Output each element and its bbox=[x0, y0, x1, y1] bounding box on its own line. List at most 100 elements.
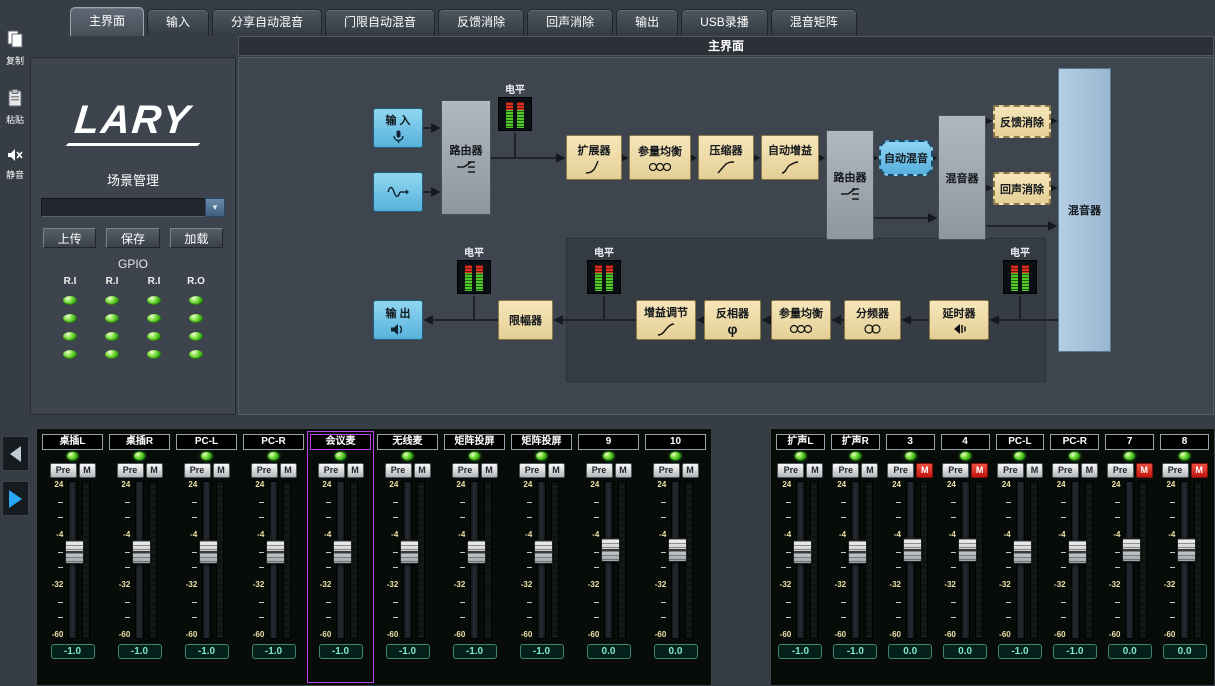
channel-value[interactable]: 0.0 bbox=[587, 644, 631, 659]
tab-1[interactable]: 主界面 bbox=[70, 7, 144, 36]
fader-cap[interactable] bbox=[848, 540, 867, 564]
pre-button[interactable]: Pre bbox=[318, 463, 345, 478]
channel-name[interactable]: 无线麦 bbox=[377, 434, 438, 450]
pre-button[interactable]: Pre bbox=[385, 463, 412, 478]
level-meter-4[interactable]: 电平 bbox=[1003, 248, 1037, 294]
channel-value[interactable]: -1.0 bbox=[319, 644, 363, 659]
channel-name[interactable]: PC-R bbox=[243, 434, 304, 450]
channel-value[interactable]: -1.0 bbox=[252, 644, 296, 659]
tool-paste-button[interactable]: 粘贴 bbox=[6, 89, 24, 126]
input-mic-block[interactable]: 输 入 bbox=[373, 108, 423, 148]
pre-button[interactable]: Pre bbox=[452, 463, 479, 478]
channel-name[interactable]: 7 bbox=[1105, 434, 1154, 450]
pre-button[interactable]: Pre bbox=[832, 463, 859, 478]
channel-name[interactable]: 扩声R bbox=[831, 434, 880, 450]
fader-cap[interactable] bbox=[1122, 538, 1141, 562]
input-line-block[interactable] bbox=[373, 172, 423, 212]
channel-value[interactable]: 0.0 bbox=[654, 644, 698, 659]
pre-button[interactable]: Pre bbox=[1107, 463, 1134, 478]
fader-cap[interactable] bbox=[400, 540, 419, 564]
tab-4[interactable]: 门限自动混音 bbox=[325, 9, 435, 36]
channel-value[interactable]: -1.0 bbox=[833, 644, 877, 659]
channel-name[interactable]: PC-L bbox=[176, 434, 237, 450]
limiter-block[interactable]: 限幅器 bbox=[498, 300, 553, 340]
gain-block[interactable]: 增益调节 bbox=[636, 300, 696, 340]
tab-8[interactable]: USB录播 bbox=[681, 9, 768, 36]
fader-cap[interactable] bbox=[601, 538, 620, 562]
fader-cap[interactable] bbox=[467, 540, 486, 564]
tab-3[interactable]: 分享自动混音 bbox=[212, 9, 322, 36]
channel-name[interactable]: 3 bbox=[886, 434, 935, 450]
channel-name[interactable]: 9 bbox=[578, 434, 639, 450]
aec-block[interactable]: 回声消除 bbox=[993, 172, 1051, 205]
channel-value[interactable]: -1.0 bbox=[1053, 644, 1097, 659]
channel-name[interactable]: 扩声L bbox=[776, 434, 825, 450]
mute-button[interactable]: M bbox=[548, 463, 565, 478]
tool-mute-button[interactable]: 静音 bbox=[6, 148, 24, 181]
mute-button[interactable]: M bbox=[146, 463, 163, 478]
mute-button[interactable]: M bbox=[806, 463, 823, 478]
fader-cap[interactable] bbox=[333, 540, 352, 564]
level-meter-3[interactable]: 电平 bbox=[587, 248, 621, 294]
agc-block[interactable]: 自动增益 bbox=[761, 135, 819, 180]
fader-cap[interactable] bbox=[903, 538, 922, 562]
tab-2[interactable]: 输入 bbox=[147, 9, 209, 36]
channel-name[interactable]: PC-L bbox=[996, 434, 1045, 450]
fader-cap[interactable] bbox=[266, 540, 285, 564]
fader-cap[interactable] bbox=[1177, 538, 1196, 562]
output-block[interactable]: 输 出 bbox=[373, 300, 423, 340]
pre-button[interactable]: Pre bbox=[586, 463, 613, 478]
peq-1-block[interactable]: 参量均衡 bbox=[629, 135, 691, 180]
mute-button[interactable]: M bbox=[682, 463, 699, 478]
phase-block[interactable]: 反相器φ bbox=[704, 300, 761, 340]
pre-button[interactable]: Pre bbox=[887, 463, 914, 478]
channel-value[interactable]: -1.0 bbox=[520, 644, 564, 659]
pre-button[interactable]: Pre bbox=[519, 463, 546, 478]
tab-7[interactable]: 输出 bbox=[616, 9, 678, 36]
mute-button[interactable]: M bbox=[280, 463, 297, 478]
pre-button[interactable]: Pre bbox=[942, 463, 969, 478]
mute-button[interactable]: M bbox=[1081, 463, 1098, 478]
channel-value[interactable]: -1.0 bbox=[51, 644, 95, 659]
channel-name[interactable]: 矩阵投屏 bbox=[511, 434, 572, 450]
mute-button[interactable]: M bbox=[481, 463, 498, 478]
channel-value[interactable]: -1.0 bbox=[185, 644, 229, 659]
mixer-main-block[interactable]: 混音器 bbox=[1058, 68, 1111, 352]
fader-cap[interactable] bbox=[132, 540, 151, 564]
mute-button[interactable]: M bbox=[1026, 463, 1043, 478]
fader-cap[interactable] bbox=[668, 538, 687, 562]
channel-value[interactable]: -1.0 bbox=[998, 644, 1042, 659]
load-button[interactable]: 加载 bbox=[170, 228, 223, 248]
scene-dropdown-button[interactable]: ▼ bbox=[205, 198, 225, 217]
crossover-block[interactable]: 分频器 bbox=[844, 300, 901, 340]
channel-name[interactable]: 会议麦 bbox=[310, 434, 371, 450]
channel-value[interactable]: -1.0 bbox=[386, 644, 430, 659]
compressor-block[interactable]: 压缩器 bbox=[698, 135, 754, 180]
mute-button[interactable]: M bbox=[1136, 463, 1153, 478]
fader-cap[interactable] bbox=[199, 540, 218, 564]
mute-button[interactable]: M bbox=[414, 463, 431, 478]
upload-button[interactable]: 上传 bbox=[43, 228, 96, 248]
pre-button[interactable]: Pre bbox=[184, 463, 211, 478]
router-2-block[interactable]: 路由器 bbox=[826, 130, 874, 240]
fader-cap[interactable] bbox=[1013, 540, 1032, 564]
pre-button[interactable]: Pre bbox=[251, 463, 278, 478]
mute-button[interactable]: M bbox=[861, 463, 878, 478]
afc-block[interactable]: 反馈消除 bbox=[993, 105, 1051, 138]
mute-button[interactable]: M bbox=[1191, 463, 1208, 478]
fader-cap[interactable] bbox=[534, 540, 553, 564]
channel-value[interactable]: 0.0 bbox=[943, 644, 987, 659]
channel-value[interactable]: -1.0 bbox=[118, 644, 162, 659]
save-button[interactable]: 保存 bbox=[106, 228, 159, 248]
fader-cap[interactable] bbox=[65, 540, 84, 564]
pre-button[interactable]: Pre bbox=[653, 463, 680, 478]
channel-name[interactable]: 矩阵投屏 bbox=[444, 434, 505, 450]
scroll-left-button[interactable] bbox=[2, 436, 29, 471]
channel-value[interactable]: -1.0 bbox=[453, 644, 497, 659]
tool-copy-button[interactable]: 复制 bbox=[6, 30, 24, 67]
pre-button[interactable]: Pre bbox=[117, 463, 144, 478]
channel-value[interactable]: 0.0 bbox=[1163, 644, 1207, 659]
pre-button[interactable]: Pre bbox=[50, 463, 77, 478]
pre-button[interactable]: Pre bbox=[1162, 463, 1189, 478]
mute-button[interactable]: M bbox=[971, 463, 988, 478]
